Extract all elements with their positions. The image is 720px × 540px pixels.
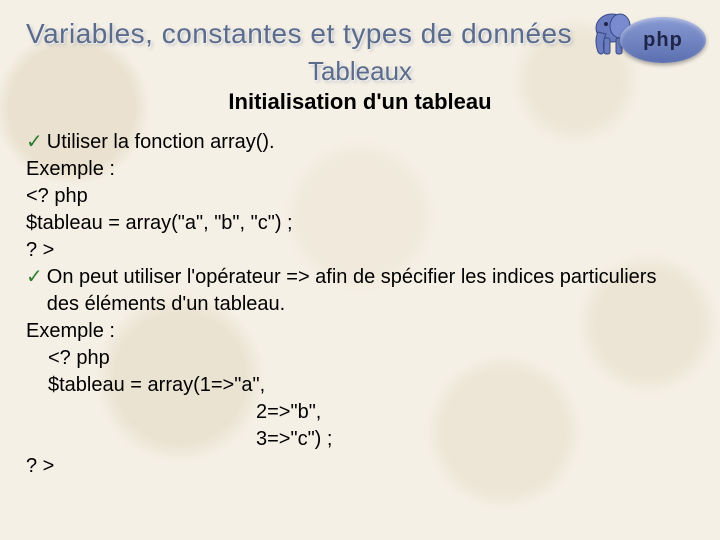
code-line-1: $tableau = array("a", "b", "c") ;	[26, 210, 694, 237]
code-line-2a: $tableau = array(1=>"a",	[26, 372, 694, 399]
code-open-tag-1: <? php	[26, 183, 694, 210]
code-close-tag-1: ? >	[26, 237, 694, 264]
example-2-label: Exemple :	[26, 318, 694, 345]
code-close-tag-2: ? >	[26, 453, 694, 480]
bullet-2: ✓ On peut utiliser l'opérateur => afin d…	[26, 264, 694, 318]
code-line-2c: 3=>"c") ;	[26, 426, 694, 453]
slide-body: ✓ Utiliser la fonction array(). Exemple …	[26, 129, 694, 480]
code-open-tag-2: <? php	[26, 345, 694, 372]
check-icon: ✓	[26, 264, 43, 318]
example-1-label: Exemple :	[26, 156, 694, 183]
slide-title: Variables, constantes et types de donnée…	[26, 18, 694, 50]
code-line-2b: 2=>"b",	[26, 399, 694, 426]
bullet-1-text: Utiliser la fonction array().	[47, 129, 275, 156]
section-heading: Initialisation d'un tableau	[26, 89, 694, 115]
bullet-2-text: On peut utiliser l'opérateur => afin de …	[47, 264, 694, 318]
check-icon: ✓	[26, 129, 43, 156]
slide-subtitle: Tableaux	[26, 56, 694, 87]
bullet-1: ✓ Utiliser la fonction array().	[26, 129, 694, 156]
